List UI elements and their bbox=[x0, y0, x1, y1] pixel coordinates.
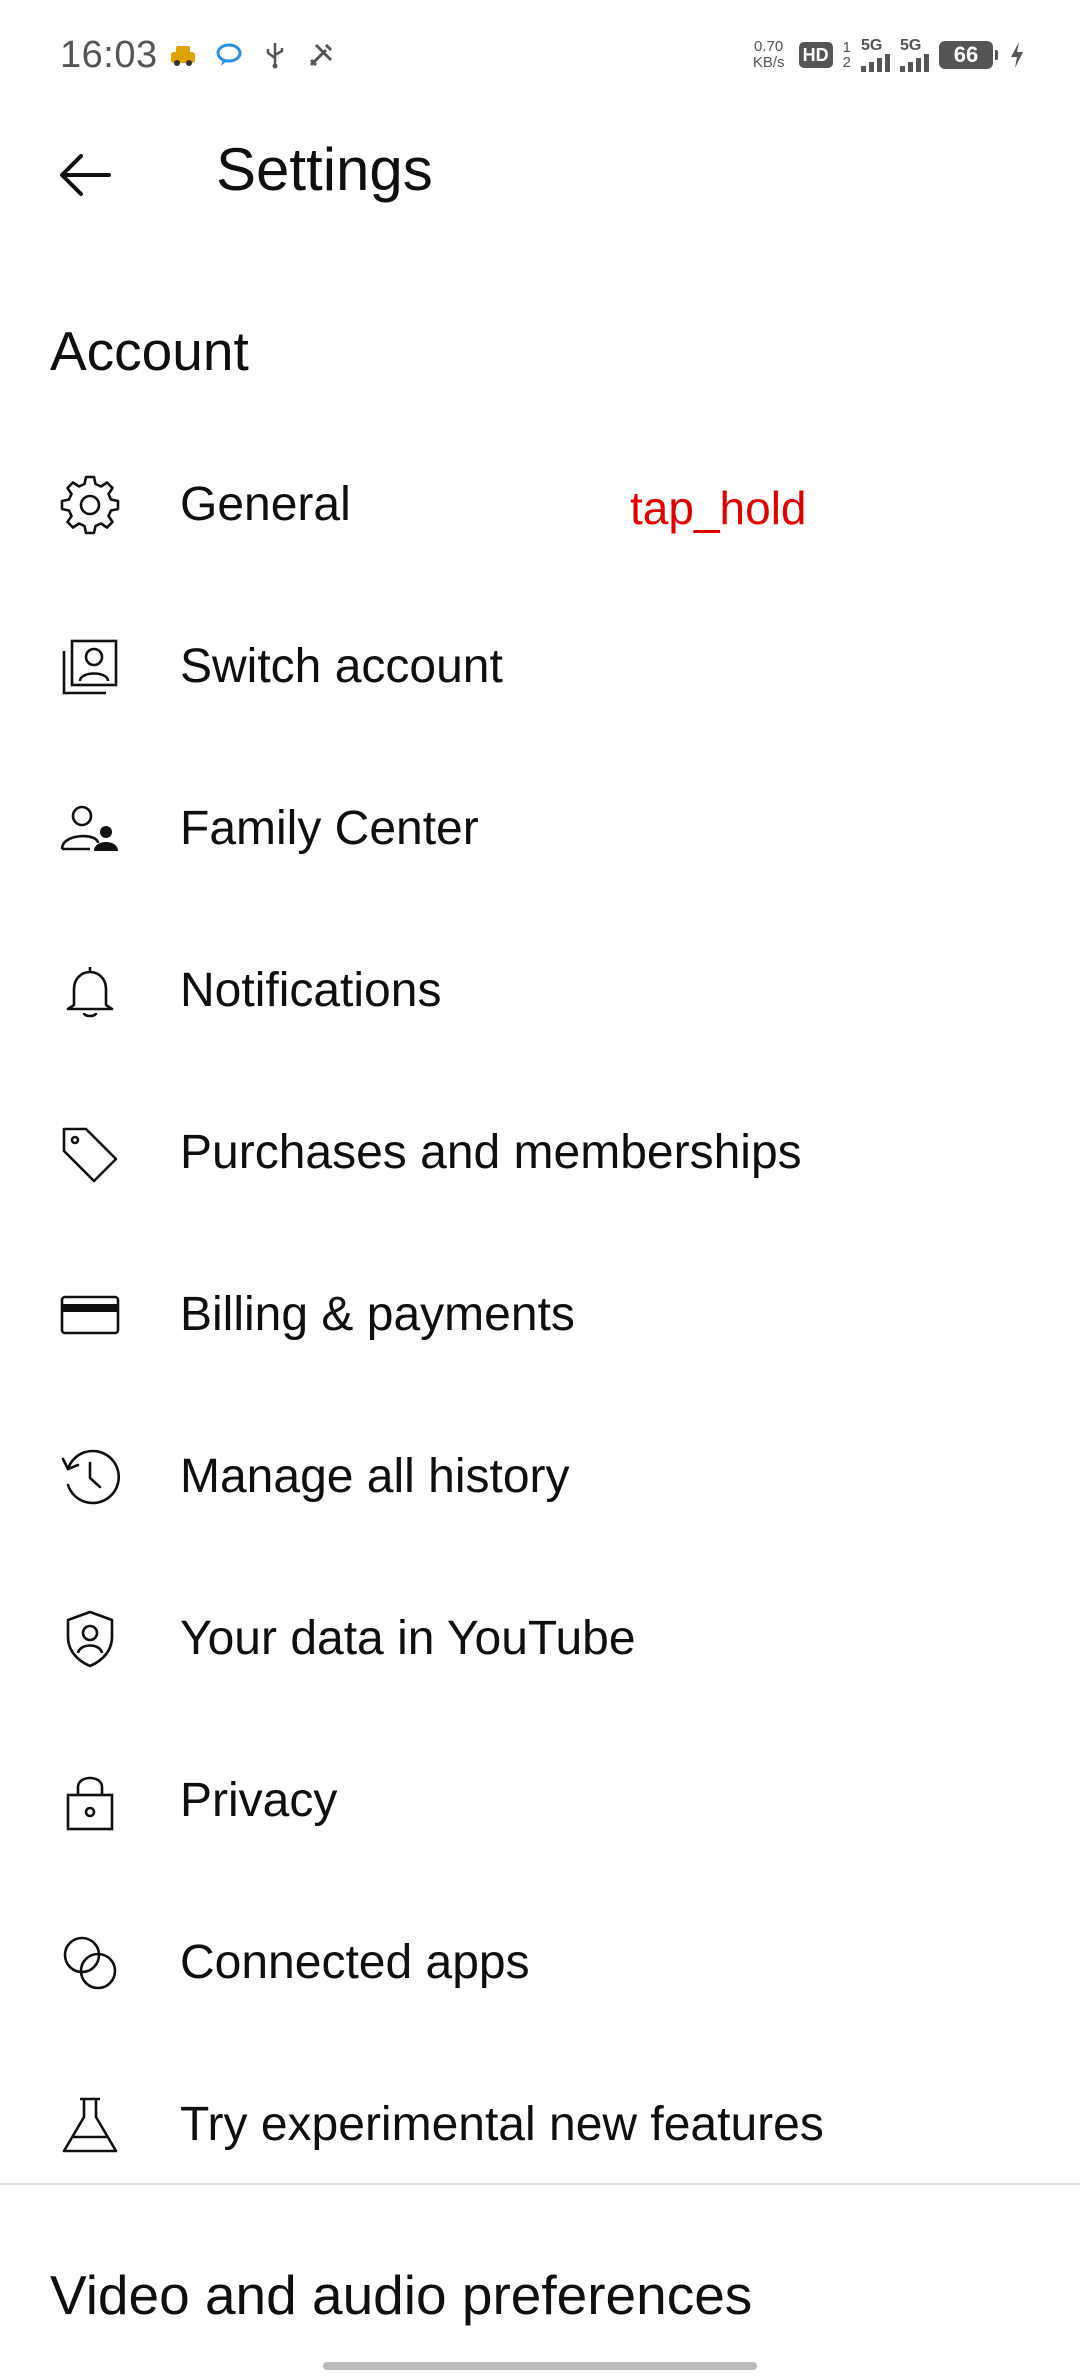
settings-item-your-data[interactable]: Your data in YouTube bbox=[0, 1558, 1080, 1720]
tag-icon bbox=[58, 1121, 122, 1185]
item-label: General bbox=[180, 478, 351, 531]
item-label: Connected apps bbox=[180, 1936, 530, 1989]
status-bar: 16:03 0.70 KB/s HD 1 2 5G 5G 66 bbox=[0, 0, 1080, 116]
sim2-signal-icon: 5G bbox=[900, 38, 929, 72]
item-label: Switch account bbox=[180, 640, 503, 693]
item-label: Purchases and memberships bbox=[180, 1126, 802, 1179]
item-label: Your data in YouTube bbox=[180, 1612, 636, 1665]
hd-sim-index: 1 2 bbox=[842, 39, 851, 71]
family-icon bbox=[58, 797, 122, 861]
item-label: Billing & payments bbox=[180, 1288, 575, 1341]
home-indicator[interactable] bbox=[323, 2362, 757, 2370]
item-label: Privacy bbox=[180, 1774, 338, 1827]
lock-icon bbox=[58, 1769, 122, 1833]
credit-card-icon bbox=[58, 1283, 122, 1347]
item-label: Notifications bbox=[180, 964, 442, 1017]
connected-circles-icon bbox=[58, 1931, 122, 1995]
tools-icon bbox=[309, 43, 333, 67]
bell-icon bbox=[58, 959, 122, 1023]
page-title: Settings bbox=[216, 136, 433, 203]
arrow-back-icon bbox=[60, 154, 111, 196]
status-right-icons: 0.70 KB/s HD 1 2 5G 5G 66 bbox=[749, 38, 1026, 72]
settings-item-connected-apps[interactable]: Connected apps bbox=[0, 1882, 1080, 2044]
taxi-icon bbox=[171, 46, 195, 66]
switch-account-icon bbox=[58, 635, 122, 699]
shield-person-icon bbox=[58, 1607, 122, 1671]
settings-item-general[interactable]: General bbox=[0, 424, 1080, 586]
sim1-signal-icon: 5G bbox=[861, 38, 890, 72]
status-left-icons bbox=[168, 40, 336, 70]
section-title-account: Account bbox=[50, 320, 249, 382]
action-annotation-label: tap_hold bbox=[630, 482, 807, 534]
status-time: 16:03 bbox=[60, 34, 158, 76]
settings-item-notifications[interactable]: Notifications bbox=[0, 910, 1080, 1072]
settings-item-experimental[interactable]: Try experimental new features bbox=[0, 2044, 1080, 2206]
section-divider bbox=[0, 2183, 1080, 2185]
gear-icon bbox=[58, 473, 122, 537]
settings-item-family-center[interactable]: Family Center bbox=[0, 748, 1080, 910]
item-label: Try experimental new features bbox=[180, 2098, 824, 2151]
flask-icon bbox=[58, 2093, 122, 2157]
app-header: Settings bbox=[0, 116, 1080, 228]
settings-item-purchases[interactable]: Purchases and memberships bbox=[0, 1072, 1080, 1234]
item-label: Family Center bbox=[180, 802, 479, 855]
net-speed: 0.70 KB/s bbox=[752, 38, 785, 71]
settings-list: General Switch account Family Center Not… bbox=[0, 424, 1080, 2206]
back-button[interactable] bbox=[40, 130, 130, 220]
section-title-video-audio: Video and audio preferences bbox=[50, 2264, 753, 2326]
item-label: Manage all history bbox=[180, 1450, 570, 1503]
settings-item-billing[interactable]: Billing & payments bbox=[0, 1234, 1080, 1396]
settings-item-privacy[interactable]: Privacy bbox=[0, 1720, 1080, 1882]
battery-icon: 66 bbox=[939, 41, 998, 69]
usb-icon bbox=[266, 43, 284, 69]
charging-bolt-icon bbox=[1011, 42, 1023, 68]
chat-bubble-icon bbox=[216, 43, 242, 66]
settings-item-history[interactable]: Manage all history bbox=[0, 1396, 1080, 1558]
history-icon bbox=[58, 1445, 122, 1509]
settings-item-switch-account[interactable]: Switch account bbox=[0, 586, 1080, 748]
hd-voice-badge: HD bbox=[798, 42, 833, 68]
